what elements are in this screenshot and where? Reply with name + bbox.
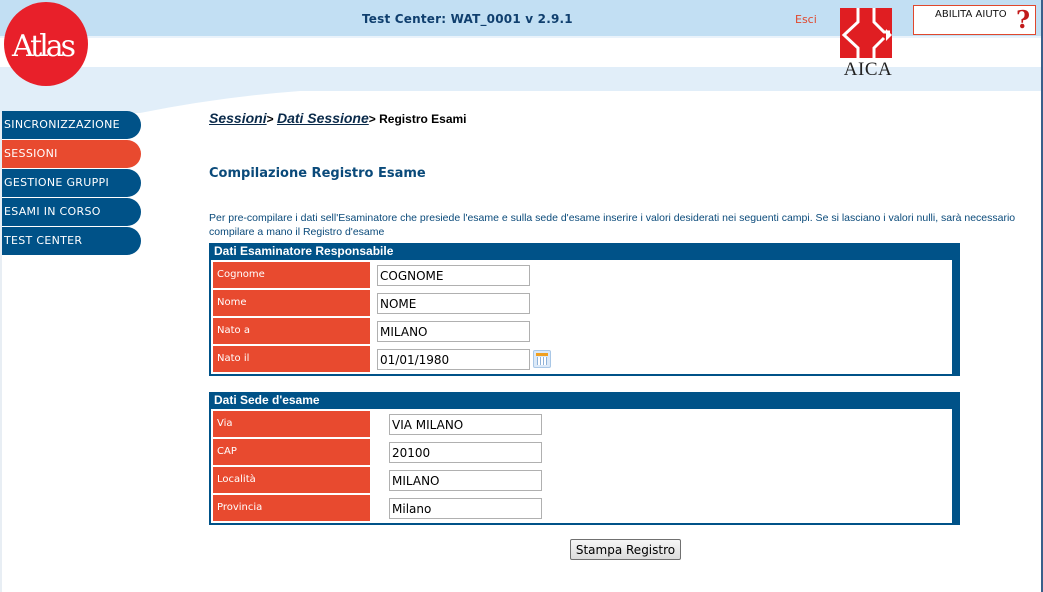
sidebar-item-test-center[interactable]: TEST CENTER: [2, 227, 141, 255]
cap-input[interactable]: [389, 442, 542, 463]
form-row-cognome: Cognome: [213, 262, 952, 290]
nato-a-label: Nato a: [213, 318, 370, 344]
aica-logo-mark: [840, 8, 892, 58]
sidebar-item-esami-in-corso[interactable]: ESAMI IN CORSO: [2, 198, 141, 226]
page-title: Compilazione Registro Esame: [209, 166, 426, 181]
form-row-nato-a: Nato a: [213, 318, 952, 346]
sidebar-nav: SINCRONIZZAZIONE SESSIONI GESTIONE GRUPP…: [2, 111, 142, 256]
intro-text: Per pre-compilare i dati sell'Esaminator…: [209, 212, 1016, 238]
form-row-via: Via: [213, 411, 952, 439]
atlas-logo[interactable]: Atlas: [4, 2, 88, 86]
cognome-input[interactable]: [377, 265, 530, 286]
via-input[interactable]: [389, 414, 542, 435]
nato-il-label: Nato il: [213, 346, 370, 372]
form-row-cap: CAP: [213, 439, 952, 467]
provincia-input[interactable]: [389, 498, 542, 519]
form-row-localita: Località: [213, 467, 952, 495]
enable-help-label: ABILITA AIUTO: [935, 9, 1007, 20]
breadcrumb: Sessioni> Dati Sessione> Registro Esami: [209, 110, 467, 126]
sidebar-item-sessioni[interactable]: SESSIONI: [2, 140, 141, 168]
breadcrumb-sessioni[interactable]: Sessioni: [209, 110, 267, 126]
examiner-panel-body: Cognome Nome Nato a Nato il: [211, 260, 952, 374]
breadcrumb-separator: >: [368, 112, 376, 126]
sidebar-item-sincronizzazione[interactable]: SINCRONIZZAZIONE: [2, 111, 141, 139]
logout-link[interactable]: Esci: [795, 13, 817, 26]
examiner-panel-title: Dati Esaminatore Responsabile: [214, 244, 394, 258]
enable-help-button[interactable]: ABILITA AIUTO ?: [913, 5, 1036, 35]
question-mark-icon: ?: [1016, 5, 1031, 34]
nome-input[interactable]: [377, 293, 530, 314]
aica-logo: AICA: [838, 8, 898, 83]
site-panel-title: Dati Sede d'esame: [214, 393, 320, 407]
calendar-icon-header: [536, 353, 548, 356]
swoosh-graphic: [0, 91, 300, 113]
site-panel: Dati Sede d'esame Via CAP Località Provi…: [209, 392, 960, 525]
cap-label: CAP: [213, 439, 370, 465]
form-row-nato-il: Nato il: [213, 346, 952, 374]
print-register-button[interactable]: Stampa Registro: [570, 539, 681, 560]
breadcrumb-current: Registro Esami: [379, 112, 467, 126]
atlas-logo-text: Atlas: [12, 29, 76, 64]
examiner-panel: Dati Esaminatore Responsabile Cognome No…: [209, 243, 960, 376]
breadcrumb-dati-sessione[interactable]: Dati Sessione: [277, 110, 369, 126]
calendar-icon-grid: [537, 357, 547, 365]
sidebar-item-gestione-gruppi[interactable]: GESTIONE GRUPPI: [2, 169, 141, 197]
aica-arrow-icon: [841, 8, 892, 58]
provincia-label: Provincia: [213, 495, 370, 521]
aica-logo-text: AICA: [843, 59, 893, 80]
nato-il-input[interactable]: [377, 349, 530, 370]
calendar-icon[interactable]: [533, 350, 551, 368]
localita-input[interactable]: [389, 470, 542, 491]
site-panel-body: Via CAP Località Provincia: [211, 409, 952, 523]
cognome-label: Cognome: [213, 262, 370, 288]
breadcrumb-separator: >: [266, 112, 274, 126]
nato-a-input[interactable]: [377, 321, 530, 342]
localita-label: Località: [213, 467, 370, 493]
header-swoosh: [0, 91, 1041, 113]
form-row-provincia: Provincia: [213, 495, 952, 523]
app-title: Test Center: WAT_0001 v 2.9.1: [362, 12, 573, 26]
via-label: Via: [213, 411, 370, 437]
form-row-nome: Nome: [213, 290, 952, 318]
nome-label: Nome: [213, 290, 370, 316]
